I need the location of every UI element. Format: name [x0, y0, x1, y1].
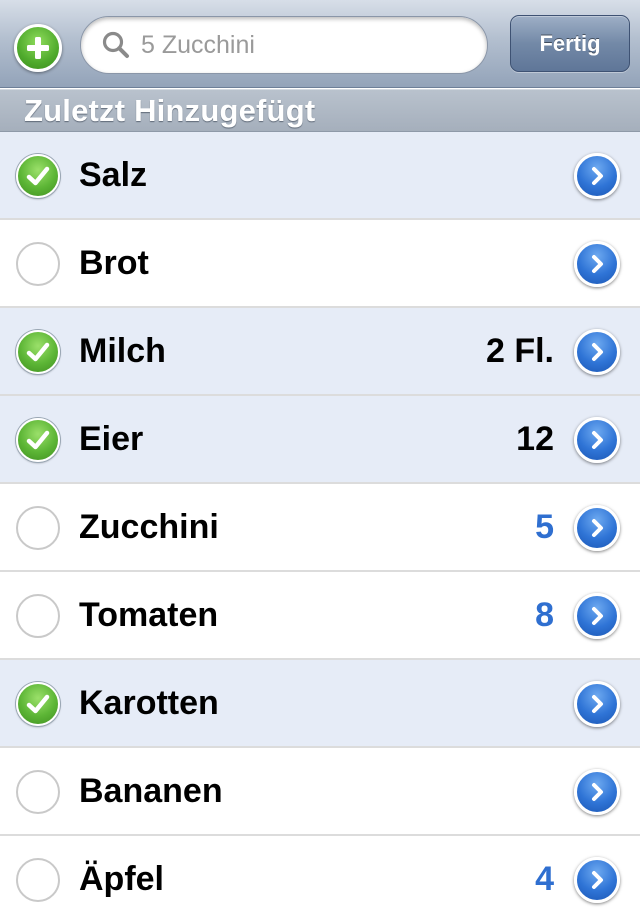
detail-disclosure-button[interactable] [574, 593, 620, 639]
empty-circle-icon[interactable] [16, 242, 60, 286]
list-item[interactable]: Eier 12 [0, 396, 640, 484]
list-item[interactable]: Äpfel 4 [0, 836, 640, 920]
list-item[interactable]: Bananen [0, 748, 640, 836]
done-button[interactable]: Fertig [510, 15, 630, 72]
item-quantity: 4 [535, 860, 554, 898]
item-name: Bananen [79, 772, 223, 810]
detail-disclosure-button[interactable] [574, 857, 620, 903]
item-name: Karotten [79, 684, 219, 722]
empty-circle-icon[interactable] [16, 770, 60, 814]
chevron-right-icon [592, 695, 603, 713]
detail-disclosure-button[interactable] [574, 153, 620, 199]
plus-icon [27, 37, 49, 59]
detail-disclosure-button[interactable] [574, 241, 620, 287]
checkmark-icon[interactable] [16, 154, 60, 198]
item-name: Eier [79, 420, 144, 458]
chevron-right-icon [592, 343, 603, 361]
checkmark-icon[interactable] [16, 330, 60, 374]
item-quantity: 8 [535, 596, 554, 634]
chevron-right-icon [592, 167, 603, 185]
list-item[interactable]: Salz [0, 132, 640, 220]
chevron-right-icon [592, 431, 603, 449]
detail-disclosure-button[interactable] [574, 417, 620, 463]
detail-disclosure-button[interactable] [574, 329, 620, 375]
section-title: Zuletzt Hinzugefügt [24, 92, 316, 128]
list-item[interactable]: Tomaten 8 [0, 572, 640, 660]
item-name: Milch [79, 332, 166, 370]
search-input[interactable] [141, 30, 461, 60]
checkmark-icon[interactable] [16, 682, 60, 726]
list-item[interactable]: Karotten [0, 660, 640, 748]
list-item[interactable]: Milch 2 Fl. [0, 308, 640, 396]
item-quantity: 2 Fl. [485, 332, 554, 370]
chevron-right-icon [592, 871, 603, 889]
chevron-right-icon [592, 255, 603, 273]
top-toolbar: Fertig [0, 0, 640, 88]
section-header: Zuletzt Hinzugefügt [0, 89, 640, 132]
chevron-right-icon [592, 607, 603, 625]
item-name: Tomaten [79, 596, 219, 634]
item-quantity: 5 [535, 508, 554, 546]
detail-disclosure-button[interactable] [574, 769, 620, 815]
list-item[interactable]: Zucchini 5 [0, 484, 640, 572]
detail-disclosure-button[interactable] [574, 505, 620, 551]
item-name: Zucchini [79, 508, 219, 546]
item-quantity: 12 [516, 420, 554, 458]
search-icon [101, 30, 131, 60]
item-name: Brot [79, 244, 149, 282]
add-item-button[interactable] [14, 24, 62, 72]
empty-circle-icon[interactable] [16, 506, 60, 550]
empty-circle-icon[interactable] [16, 858, 60, 902]
item-name: Salz [79, 156, 148, 194]
detail-disclosure-button[interactable] [574, 681, 620, 727]
chevron-right-icon [592, 519, 603, 537]
shopping-list: Salz Brot Milch 2 Fl. Eier 12 Zucchini 5 Tomaten… [0, 132, 640, 920]
item-name: Äpfel [79, 860, 164, 898]
empty-circle-icon[interactable] [16, 594, 60, 638]
chevron-right-icon [592, 783, 603, 801]
checkmark-icon[interactable] [16, 418, 60, 462]
list-item[interactable]: Brot [0, 220, 640, 308]
search-field[interactable] [80, 16, 488, 74]
